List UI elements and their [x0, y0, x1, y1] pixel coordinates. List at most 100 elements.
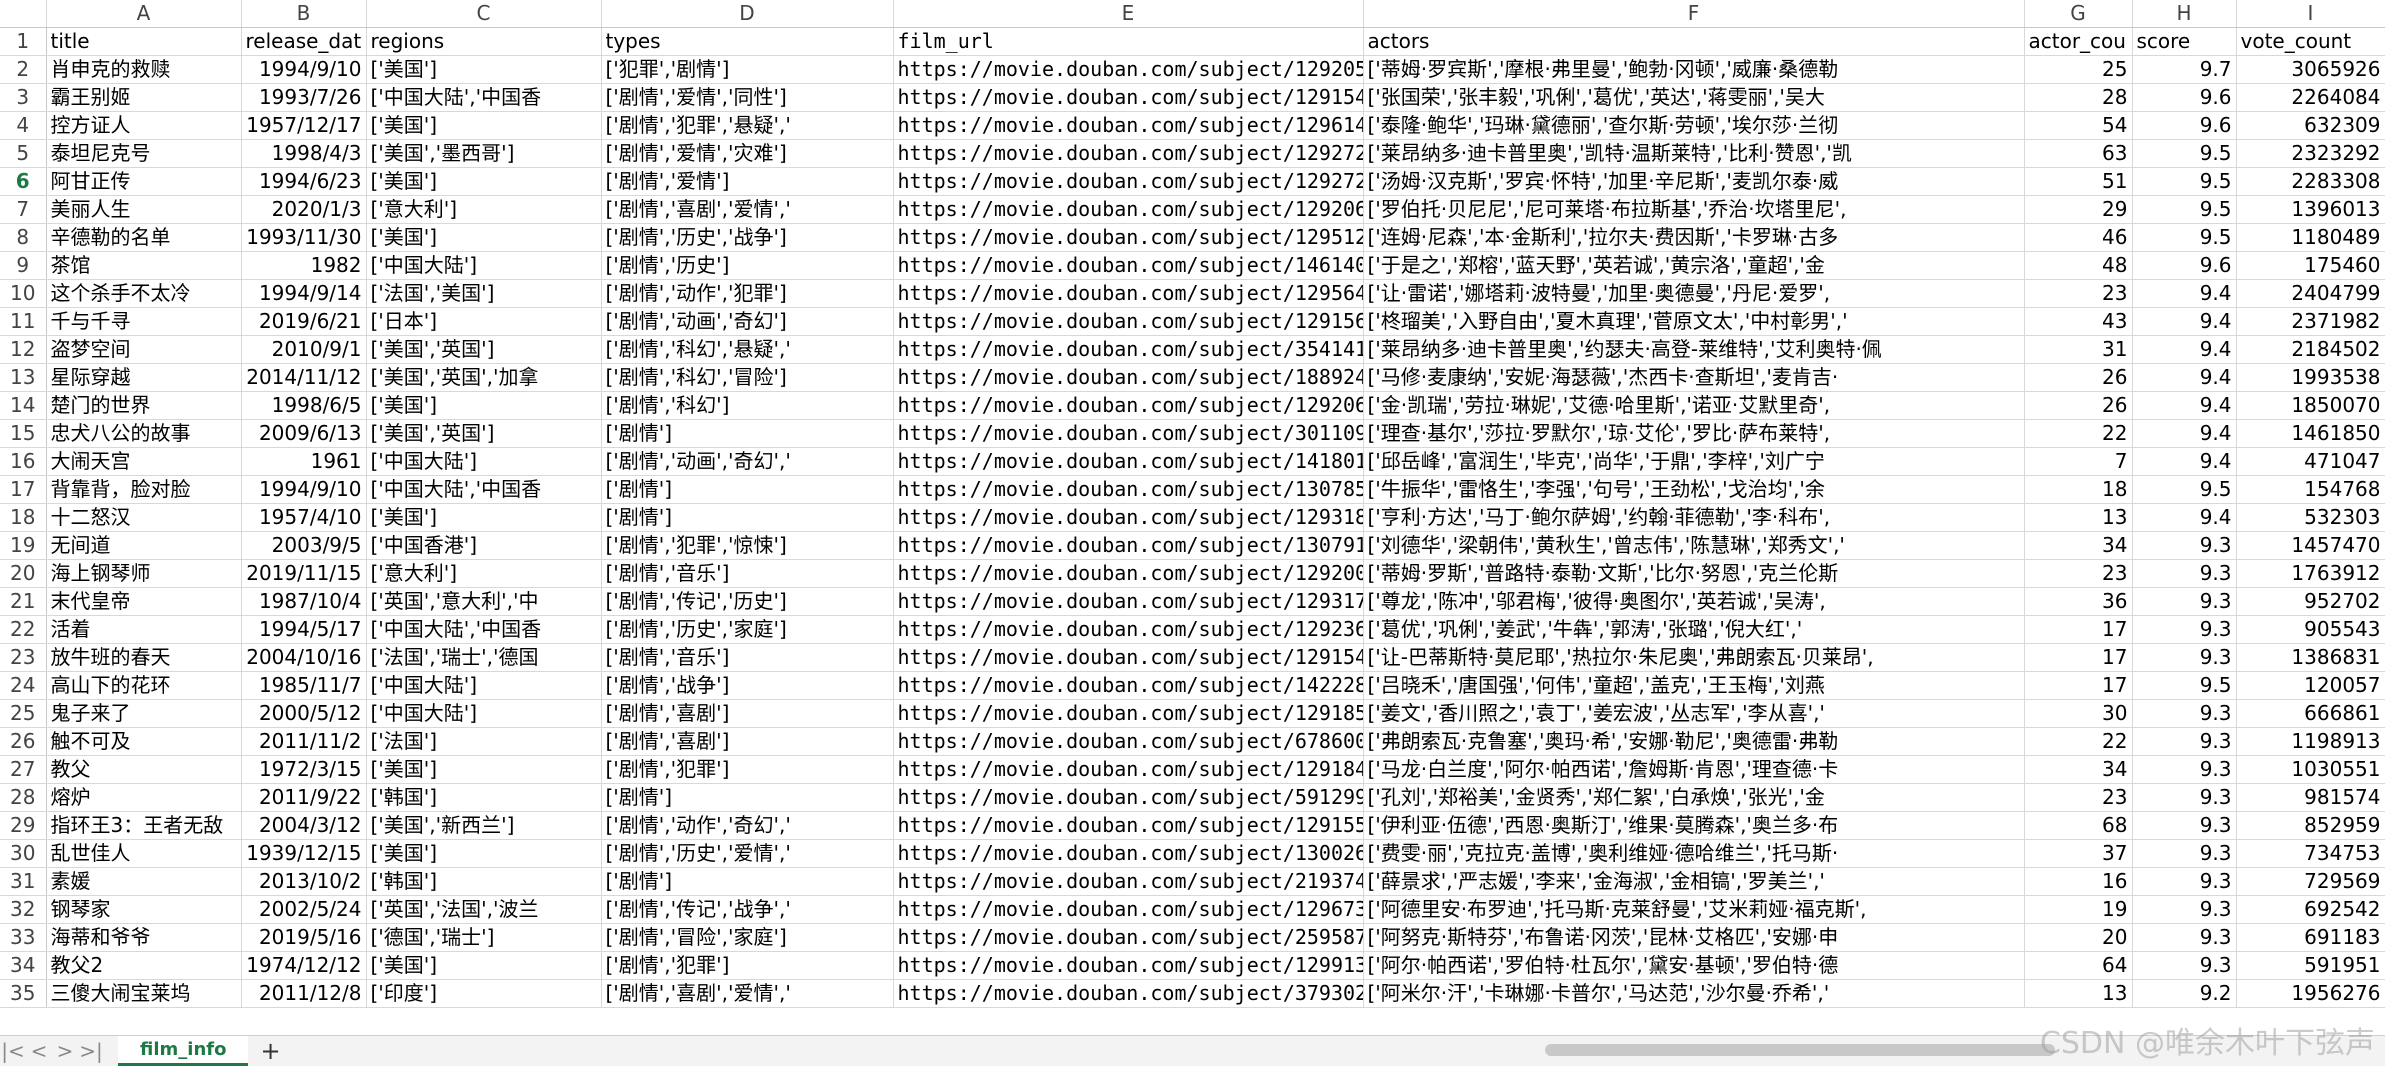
cell-e21[interactable]: https://movie.douban.com/subject/1293172…: [893, 587, 1364, 616]
cell-b11[interactable]: 2019/6/21: [241, 307, 367, 336]
cell-b31[interactable]: 2013/10/2: [241, 867, 367, 896]
cell-c14[interactable]: ['美国']: [366, 391, 602, 420]
cell-e26[interactable]: https://movie.douban.com/subject/6786002…: [893, 727, 1364, 756]
cell-h13[interactable]: 9.4: [2132, 363, 2237, 392]
cell-h27[interactable]: 9.3: [2132, 755, 2237, 784]
cell-d12[interactable]: ['剧情','科幻','悬疑',': [601, 335, 894, 364]
cell-i35[interactable]: 1956276: [2236, 979, 2385, 1008]
cell-e25[interactable]: https://movie.douban.com/subject/1291858…: [893, 699, 1364, 728]
cell-f16[interactable]: ['邱岳峰','富润生','毕克','尚华','于鼎','李梓','刘广宁: [1363, 447, 2025, 476]
cell-h25[interactable]: 9.3: [2132, 699, 2237, 728]
cell-g21[interactable]: 36: [2024, 587, 2133, 616]
cell-c8[interactable]: ['美国']: [366, 223, 602, 252]
cell-f33[interactable]: ['阿努克·斯特芬','布鲁诺·冈茨','昆林·艾格匹','安娜·申: [1363, 923, 2025, 952]
cell-c34[interactable]: ['美国']: [366, 951, 602, 980]
cell-i13[interactable]: 1993538: [2236, 363, 2385, 392]
cell-h7[interactable]: 9.5: [2132, 195, 2237, 224]
cell-a5[interactable]: 泰坦尼克号: [46, 139, 242, 168]
cell-e8[interactable]: https://movie.douban.com/subject/1295124…: [893, 223, 1364, 252]
cell-e15[interactable]: https://movie.douban.com/subject/3011091…: [893, 419, 1364, 448]
cell-a18[interactable]: 十二怒汉: [46, 503, 242, 532]
cell-e5[interactable]: https://movie.douban.com/subject/1292722…: [893, 139, 1364, 168]
cell-c2[interactable]: ['美国']: [366, 55, 602, 84]
cell-f14[interactable]: ['金·凯瑞','劳拉·琳妮','艾德·哈里斯','诺亚·艾默里奇',: [1363, 391, 2025, 420]
cell-a23[interactable]: 放牛班的春天: [46, 643, 242, 672]
cell-a9[interactable]: 茶馆: [46, 251, 242, 280]
row-header[interactable]: 16: [0, 447, 47, 476]
row-header[interactable]: 2: [0, 55, 47, 84]
cell-d1[interactable]: types: [601, 27, 894, 56]
cell-a32[interactable]: 钢琴家: [46, 895, 242, 924]
cell-d33[interactable]: ['剧情','冒险','家庭']: [601, 923, 894, 952]
cell-g1[interactable]: actor_cou: [2024, 27, 2133, 56]
cell-a19[interactable]: 无间道: [46, 531, 242, 560]
cell-b17[interactable]: 1994/9/10: [241, 475, 367, 504]
cell-d7[interactable]: ['剧情','喜剧','爱情',': [601, 195, 894, 224]
cell-e27[interactable]: https://movie.douban.com/subject/1291841…: [893, 755, 1364, 784]
cell-g5[interactable]: 63: [2024, 139, 2133, 168]
cell-c6[interactable]: ['美国']: [366, 167, 602, 196]
cell-b7[interactable]: 2020/1/3: [241, 195, 367, 224]
cell-b20[interactable]: 2019/11/15: [241, 559, 367, 588]
cell-g24[interactable]: 17: [2024, 671, 2133, 700]
cell-f22[interactable]: ['葛优','巩俐','姜武','牛犇','郭涛','张璐','倪大红',': [1363, 615, 2025, 644]
cell-a2[interactable]: 肖申克的救赎: [46, 55, 242, 84]
cell-e29[interactable]: https://movie.douban.com/subject/1291552…: [893, 811, 1364, 840]
sheet-tab-film-info[interactable]: film_info: [118, 1036, 249, 1066]
cell-e6[interactable]: https://movie.douban.com/subject/1292720…: [893, 167, 1364, 196]
cell-h24[interactable]: 9.5: [2132, 671, 2237, 700]
row-header[interactable]: 32: [0, 895, 47, 924]
cell-d32[interactable]: ['剧情','传记','战争',': [601, 895, 894, 924]
cell-b6[interactable]: 1994/6/23: [241, 167, 367, 196]
cell-f31[interactable]: ['薛景求','严志媛','李来','金海淑','金相镐','罗美兰',': [1363, 867, 2025, 896]
cell-d35[interactable]: ['剧情','喜剧','爱情',': [601, 979, 894, 1008]
cell-e1[interactable]: film_url: [893, 27, 1364, 56]
cell-c18[interactable]: ['美国']: [366, 503, 602, 532]
cell-d21[interactable]: ['剧情','传记','历史']: [601, 587, 894, 616]
cell-g2[interactable]: 25: [2024, 55, 2133, 84]
cell-e20[interactable]: https://movie.douban.com/subject/1292001…: [893, 559, 1364, 588]
row-header[interactable]: 21: [0, 587, 47, 616]
cell-g26[interactable]: 22: [2024, 727, 2133, 756]
cell-i12[interactable]: 2184502: [2236, 335, 2385, 364]
cell-g6[interactable]: 51: [2024, 167, 2133, 196]
cell-b22[interactable]: 1994/5/17: [241, 615, 367, 644]
cell-i23[interactable]: 1386831: [2236, 643, 2385, 672]
cell-g13[interactable]: 26: [2024, 363, 2133, 392]
cell-e35[interactable]: https://movie.douban.com/subject/3793023…: [893, 979, 1364, 1008]
cell-d6[interactable]: ['剧情','爱情']: [601, 167, 894, 196]
cell-i26[interactable]: 1198913: [2236, 727, 2385, 756]
cell-c12[interactable]: ['美国','英国']: [366, 335, 602, 364]
cell-b30[interactable]: 1939/12/15: [241, 839, 367, 868]
cell-g7[interactable]: 29: [2024, 195, 2133, 224]
column-header-a[interactable]: A: [46, 0, 242, 28]
column-header-e[interactable]: E: [893, 0, 1364, 28]
cell-g15[interactable]: 22: [2024, 419, 2133, 448]
cell-g34[interactable]: 64: [2024, 951, 2133, 980]
cell-h11[interactable]: 9.4: [2132, 307, 2237, 336]
cell-e17[interactable]: https://movie.douban.com/subject/1307856…: [893, 475, 1364, 504]
cell-d30[interactable]: ['剧情','历史','爱情',': [601, 839, 894, 868]
row-header[interactable]: 9: [0, 251, 47, 280]
cell-a15[interactable]: 忠犬八公的故事: [46, 419, 242, 448]
cell-f20[interactable]: ['蒂姆·罗斯','普路特·泰勒·文斯','比尔·努恩','克兰伦斯: [1363, 559, 2025, 588]
cell-a1[interactable]: title: [46, 27, 242, 56]
cell-a17[interactable]: 背靠背，脸对脸: [46, 475, 242, 504]
cell-h19[interactable]: 9.3: [2132, 531, 2237, 560]
cell-f21[interactable]: ['尊龙','陈冲','邬君梅','彼得·奥图尔','英若诚','吴涛',: [1363, 587, 2025, 616]
cell-i28[interactable]: 981574: [2236, 783, 2385, 812]
cell-a3[interactable]: 霸王别姬: [46, 83, 242, 112]
cell-a22[interactable]: 活着: [46, 615, 242, 644]
cell-d15[interactable]: ['剧情']: [601, 419, 894, 448]
cell-h6[interactable]: 9.5: [2132, 167, 2237, 196]
cell-h33[interactable]: 9.3: [2132, 923, 2237, 952]
cell-c29[interactable]: ['美国','新西兰']: [366, 811, 602, 840]
cell-i34[interactable]: 591951: [2236, 951, 2385, 980]
row-header[interactable]: 31: [0, 867, 47, 896]
cell-b15[interactable]: 2009/6/13: [241, 419, 367, 448]
column-header-c[interactable]: C: [366, 0, 602, 28]
row-header[interactable]: 7: [0, 195, 47, 224]
cell-e18[interactable]: https://movie.douban.com/subject/1293182…: [893, 503, 1364, 532]
cell-g14[interactable]: 26: [2024, 391, 2133, 420]
cell-i10[interactable]: 2404799: [2236, 279, 2385, 308]
